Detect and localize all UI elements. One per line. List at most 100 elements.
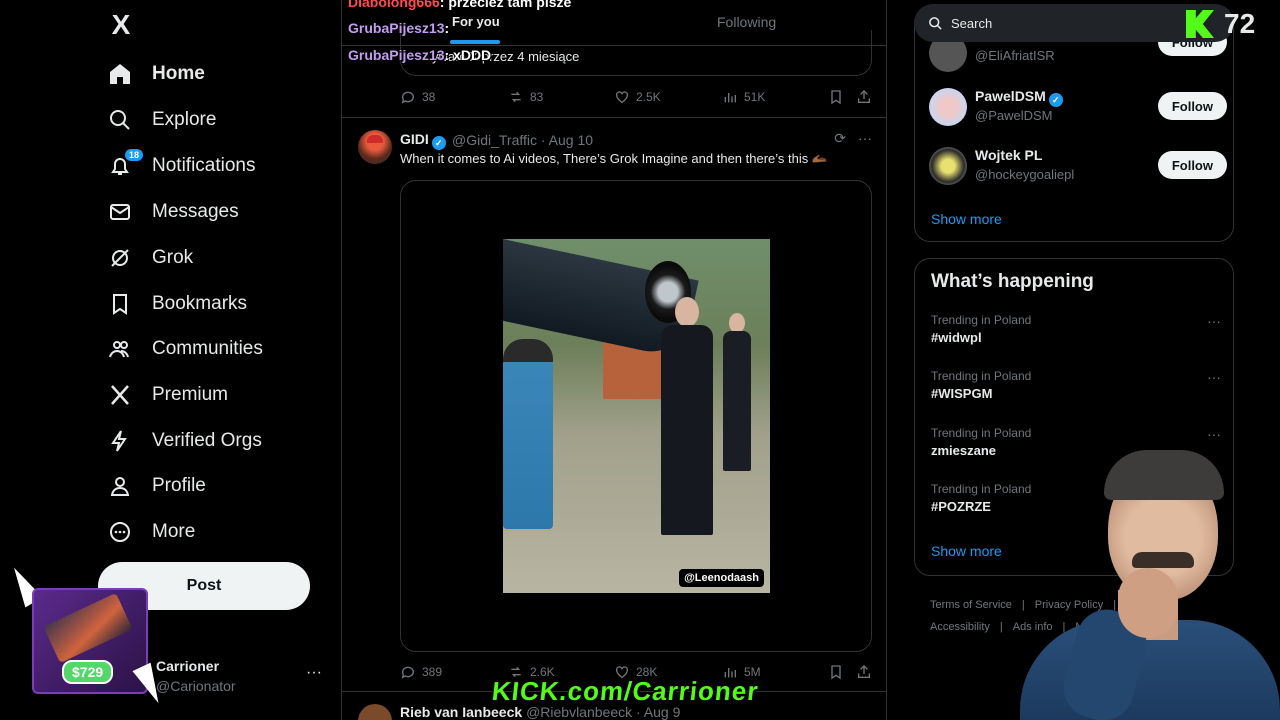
verified-badge-icon: ✓: [431, 136, 446, 150]
nav-label: Home: [152, 63, 205, 84]
nav-item-home[interactable]: Home: [106, 54, 205, 94]
share-button[interactable]: [856, 89, 872, 105]
nav-item-verified-orgs[interactable]: Verified Orgs: [106, 421, 262, 461]
post[interactable]: GIDI ✓ @Gidi_Traffic · Aug 10 ⟳ ··· When i…: [342, 118, 886, 692]
nav-item-more[interactable]: More: [106, 512, 195, 552]
nav-item-notifications[interactable]: 18 Notifications: [106, 146, 256, 186]
nav-item-messages[interactable]: Messages: [106, 192, 239, 232]
nav-label: Verified Orgs: [152, 430, 262, 451]
nav-label: More: [152, 521, 196, 542]
post-media[interactable]: @Leenodaash: [400, 180, 872, 652]
chat-text: : xDDD: [444, 47, 492, 63]
x-icon: [106, 381, 134, 409]
repost-button[interactable]: 83: [508, 89, 543, 105]
bookmark-icon: [831, 665, 841, 680]
nav-item-communities[interactable]: Communities: [106, 329, 263, 369]
reply-button[interactable]: 38: [400, 89, 435, 105]
panel-title: What’s happening: [931, 271, 1094, 292]
like-button[interactable]: 2.5K: [614, 89, 661, 105]
bookmark-icon: [106, 290, 134, 318]
nav-label: Grok: [152, 247, 194, 268]
nav-label: Bookmarks: [152, 293, 248, 314]
avatar[interactable]: [358, 704, 392, 720]
share-button[interactable]: [856, 664, 872, 680]
avatar[interactable]: [929, 147, 967, 185]
post-author-name[interactable]: GIDI ✓: [400, 131, 446, 150]
suggestion-name-text: PawelDSM: [975, 88, 1046, 104]
footer-link[interactable]: Accessibility: [930, 621, 990, 633]
reply-icon: [401, 666, 414, 679]
chat-text: : przecież tam pisze: [439, 0, 572, 10]
avatar[interactable]: [358, 130, 392, 164]
bell-icon: 18: [106, 148, 144, 180]
follow-button[interactable]: Follow: [1157, 92, 1227, 120]
more-dots-icon[interactable]: ···: [1207, 369, 1221, 385]
like-count: 2.5K: [636, 90, 661, 104]
chat-user: GrubaPijesz13: [348, 20, 445, 36]
streamer-hair: [1104, 450, 1224, 500]
search-icon: [929, 16, 942, 30]
show-more-link[interactable]: Show more: [931, 543, 1002, 559]
promo-widget: $729: [32, 588, 148, 694]
search-input[interactable]: [951, 15, 1151, 31]
bookmark-icon: [831, 90, 841, 105]
suggestion-handle: @PawelDSM: [975, 108, 1053, 123]
suggestion-handle: @hockeygoaliepl: [975, 167, 1075, 182]
views-button[interactable]: 51K: [722, 89, 765, 105]
trend-item[interactable]: Trending in Poland #WISPGM ···: [931, 369, 1221, 409]
video-player[interactable]: @Leenodaash: [503, 239, 770, 593]
share-icon: [858, 90, 870, 103]
account-handle: @Carionator: [156, 678, 236, 694]
suggestion-name: PawelDSM ✓: [975, 88, 1063, 107]
more-dots-icon[interactable]: ···: [1207, 313, 1221, 329]
follow-suggestion[interactable]: PawelDSM ✓ @PawelDSM Follow: [929, 86, 1229, 130]
nav-item-premium[interactable]: Premium: [106, 375, 228, 415]
more-dots-icon[interactable]: ···: [1207, 426, 1221, 442]
home-icon: [106, 60, 134, 88]
streamer-webcam: [1000, 450, 1280, 720]
trend-context: Trending in Poland: [931, 369, 1032, 383]
views-icon: [724, 93, 736, 103]
suggestion-name: Wojtek PL: [975, 147, 1043, 163]
reply-count: 389: [422, 665, 443, 679]
chat-user: GrubaPijesz13: [348, 47, 445, 63]
post-text: When it comes to Ai videos, There’s Grok…: [400, 151, 829, 166]
post-author-handle[interactable]: @Gidi_Traffic · Aug 10: [452, 132, 593, 148]
nav-item-grok[interactable]: Grok: [106, 238, 193, 278]
grok-icon[interactable]: ⟳: [834, 130, 846, 147]
show-more-link[interactable]: Show more: [931, 211, 1002, 227]
chat-user: Diabolong666: [348, 0, 440, 10]
trend-name: #widwpl: [931, 330, 982, 345]
person-icon: [106, 472, 134, 500]
trend-context: Trending in Poland: [931, 426, 1032, 440]
reply-button[interactable]: 389: [400, 664, 442, 680]
avatar[interactable]: [929, 88, 967, 126]
more-circle-icon: [106, 518, 134, 546]
trend-item[interactable]: Trending in Poland #widwpl ···: [931, 313, 1221, 353]
nav-item-explore[interactable]: Explore: [106, 100, 216, 140]
nav-label: Messages: [152, 201, 239, 222]
follow-suggestion[interactable]: Wojtek PL @hockeygoaliepl Follow: [929, 145, 1229, 189]
bookmark-button[interactable]: [828, 664, 844, 680]
account-name: Carrioner: [156, 658, 220, 674]
tab-following[interactable]: Following: [717, 14, 776, 30]
knife-image: [43, 592, 133, 664]
repost-count: 83: [530, 90, 544, 104]
people-icon: [106, 335, 134, 363]
nav-label: Notifications: [152, 155, 256, 176]
x-logo-icon[interactable]: X: [106, 10, 136, 40]
tab-for-you[interactable]: For you: [452, 14, 500, 29]
more-dots-icon[interactable]: ···: [858, 130, 872, 147]
envelope-icon: [106, 198, 134, 226]
follow-button[interactable]: Follow: [1157, 151, 1227, 179]
reply-count: 38: [422, 90, 436, 104]
heart-icon: [616, 91, 628, 104]
nav-label: Explore: [152, 109, 217, 130]
nav-label: Premium: [152, 384, 229, 405]
nav-item-bookmarks[interactable]: Bookmarks: [106, 284, 247, 324]
grok-icon: [106, 244, 134, 272]
notification-badge: 18: [123, 148, 144, 162]
bookmark-button[interactable]: [828, 89, 844, 105]
more-dots-icon[interactable]: ···: [306, 664, 322, 682]
nav-item-profile[interactable]: Profile: [106, 466, 206, 506]
